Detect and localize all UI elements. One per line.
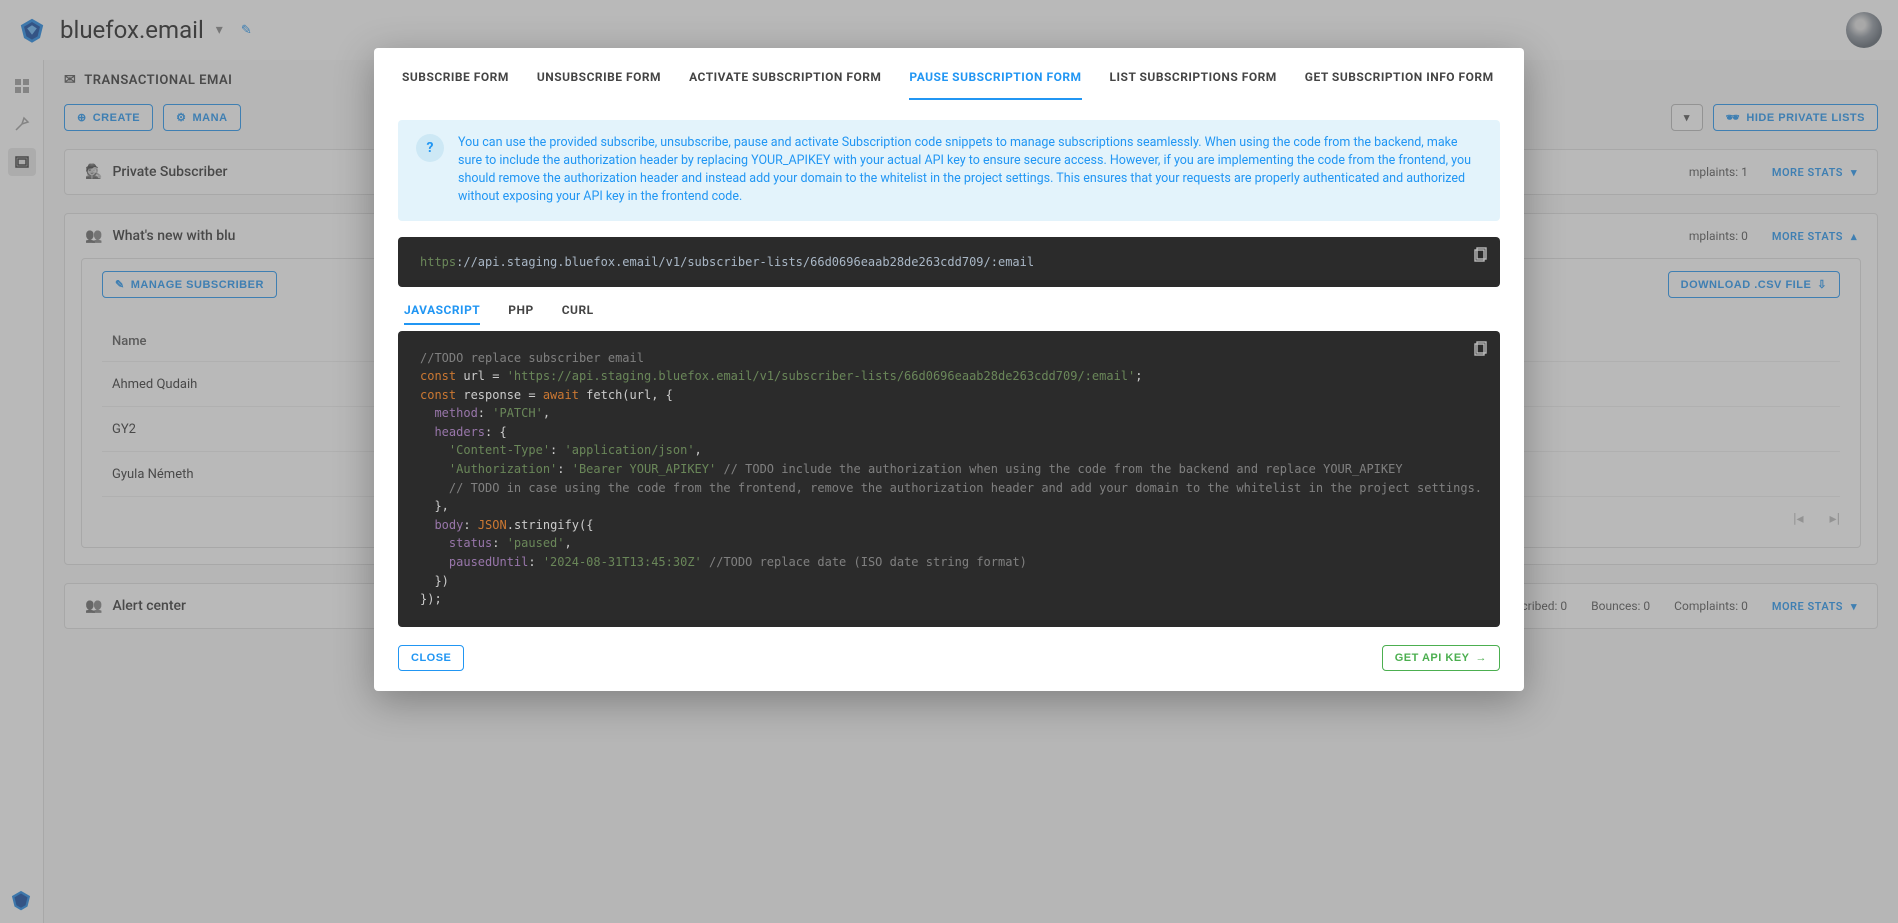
modal-tabs: SUBSCRIBE FORM UNSUBSCRIBE FORM ACTIVATE… (374, 48, 1524, 100)
subscription-code-modal: SUBSCRIBE FORM UNSUBSCRIBE FORM ACTIVATE… (374, 48, 1524, 691)
tab-activate[interactable]: ACTIVATE SUBSCRIPTION FORM (689, 70, 881, 100)
get-api-key-button[interactable]: GET API KEY → (1382, 645, 1500, 671)
lang-tab-js[interactable]: JAVASCRIPT (404, 297, 480, 325)
tab-get-info[interactable]: GET SUBSCRIPTION INFO FORM (1305, 70, 1494, 100)
endpoint-block: https://api.staging.bluefox.email/v1/sub… (398, 237, 1500, 287)
tab-unsubscribe[interactable]: UNSUBSCRIBE FORM (537, 70, 661, 100)
info-text: You can use the provided subscribe, unsu… (458, 134, 1482, 207)
code-snippet: //TODO replace subscriber email const ur… (398, 331, 1500, 627)
copy-endpoint-icon[interactable] (1472, 247, 1488, 263)
tab-pause[interactable]: PAUSE SUBSCRIPTION FORM (909, 70, 1081, 100)
lang-tab-curl[interactable]: CURL (562, 297, 594, 325)
arrow-right-icon: → (1476, 652, 1488, 664)
endpoint-path: ://api.staging.bluefox.email/v1/subscrib… (456, 255, 1034, 269)
endpoint-scheme: https (420, 255, 456, 269)
close-button[interactable]: CLOSE (398, 645, 464, 671)
tab-subscribe[interactable]: SUBSCRIBE FORM (402, 70, 509, 100)
lang-tab-php[interactable]: PHP (508, 297, 533, 325)
lang-tabs: JAVASCRIPT PHP CURL (374, 287, 1524, 331)
copy-code-icon[interactable] (1472, 341, 1488, 357)
modal-overlay: SUBSCRIBE FORM UNSUBSCRIBE FORM ACTIVATE… (0, 0, 1898, 923)
info-banner: ? You can use the provided subscribe, un… (398, 120, 1500, 221)
tab-list[interactable]: LIST SUBSCRIPTIONS FORM (1110, 70, 1277, 100)
help-icon: ? (416, 134, 444, 162)
get-api-key-label: GET API KEY (1395, 652, 1470, 664)
